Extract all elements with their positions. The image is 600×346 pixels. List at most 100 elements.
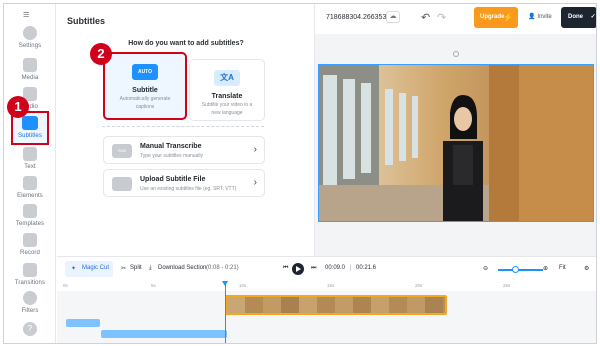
gear-icon: [23, 26, 37, 40]
zoom-out-icon[interactable]: ⊖: [483, 265, 488, 272]
ruler-tick: 10s: [239, 283, 247, 288]
time-separator: |: [350, 265, 352, 271]
help-button[interactable]: ?: [4, 322, 56, 336]
ruler-tick: 25s: [503, 283, 511, 288]
text-icon: [23, 147, 37, 161]
subtitles-panel: Subtitles How do you want to add subtitl…: [57, 4, 315, 256]
sidebar-item-label: Templates: [15, 221, 45, 227]
card-title: Subtitle: [132, 87, 158, 94]
left-sidebar: ≡ Settings Media Audio Subtitles Text El…: [4, 4, 56, 343]
add-user-icon: 👤: [528, 14, 536, 20]
transitions-icon: [23, 263, 37, 277]
sidebar-item-label: Media: [21, 75, 39, 81]
help-icon: ?: [23, 322, 37, 336]
chevron-right-icon: ›: [253, 177, 257, 188]
lightning-icon: ⚡: [503, 13, 513, 22]
sidebar-item-label: Text: [24, 164, 36, 170]
templates-icon: [23, 204, 37, 218]
sidebar-item-templates[interactable]: Templates: [4, 204, 56, 227]
ruler-tick: 20s: [415, 283, 423, 288]
timeline-ruler: 0s 5s 10s 15s 20s 25s: [57, 281, 596, 291]
translate-card[interactable]: 文A Translate Subtitle your video in a ne…: [189, 59, 265, 121]
auto-subtitle-card[interactable]: AUTO Subtitle Automatically generate cap…: [103, 52, 187, 120]
auto-icon: AUTO: [132, 64, 158, 80]
translate-icon: 文A: [214, 70, 240, 86]
upgrade-label: Upgrade: [480, 14, 505, 20]
fit-button[interactable]: Fit: [559, 265, 566, 271]
sidebar-item-record[interactable]: Record: [4, 233, 56, 256]
filters-icon: [23, 291, 37, 305]
card-subtitle: Automatically generate: [119, 96, 171, 102]
top-toolbar: 718688304.266353 ☁ ↶ ↷ Upgrade ⚡ 👤 Invit…: [315, 4, 596, 34]
undo-icon[interactable]: ↶: [421, 11, 430, 24]
upload-subtitle-file-option[interactable]: Upload Subtitle File Use an existing sub…: [103, 169, 265, 197]
download-section-button[interactable]: Download Section: [158, 265, 206, 271]
sidebar-item-label: Transitions: [14, 280, 46, 286]
play-button[interactable]: [292, 263, 304, 275]
option-subtitle: Type your subtitles manually: [140, 153, 204, 159]
invite-label: Invite: [537, 14, 552, 20]
zoom-slider-handle[interactable]: [512, 266, 519, 273]
sidebar-item-label: Subtitles: [18, 133, 42, 139]
redo-icon[interactable]: ↷: [437, 11, 446, 24]
total-time: 00:21.6: [356, 265, 377, 271]
plus-icon: [23, 58, 37, 72]
cloud-save-icon[interactable]: ☁: [386, 11, 400, 23]
done-label: Done: [568, 14, 583, 20]
timeline-toolbar: ✦ Magic Cut ✂ Split ⤓ Download Section (…: [57, 256, 596, 280]
step-callout-1: 1: [7, 96, 29, 118]
sidebar-item-elements[interactable]: Elements: [4, 176, 56, 199]
manual-transcribe-option[interactable]: SUB Manual Transcribe Type your subtitle…: [103, 136, 265, 164]
rotate-handle-icon[interactable]: [453, 51, 459, 57]
project-name[interactable]: 718688304.266353: [326, 14, 386, 21]
sidebar-item-label: Filters: [21, 308, 39, 314]
card-title: Translate: [211, 93, 243, 100]
card-subtitle: Subtitle your video in a: [201, 102, 253, 108]
hamburger-menu-icon[interactable]: ≡: [23, 9, 29, 21]
divider: [102, 126, 264, 127]
option-subtitle: Use an existing subtitles file (eg. SRT,…: [140, 186, 237, 192]
zoom-in-icon[interactable]: ⊕: [543, 265, 548, 272]
card-subtitle: new language: [211, 110, 243, 116]
checkmark-icon: ✓: [590, 14, 596, 20]
sidebar-item-settings[interactable]: Settings: [4, 26, 56, 49]
upload-file-icon: [112, 177, 132, 191]
elements-icon: [23, 176, 37, 190]
current-time: 00:09.0: [325, 265, 346, 271]
chevron-right-icon: ›: [253, 144, 257, 155]
sidebar-item-text[interactable]: Text: [4, 147, 56, 170]
skip-back-icon[interactable]: ⏮: [283, 265, 288, 272]
subtitle-chip[interactable]: [66, 319, 100, 327]
playhead[interactable]: [222, 281, 228, 343]
invite-button[interactable]: 👤 Invite: [522, 7, 558, 28]
sub-icon: SUB: [112, 144, 132, 158]
magic-cut-label: Magic Cut: [82, 265, 110, 271]
magic-cut-icon: ✦: [71, 266, 77, 272]
skip-forward-icon[interactable]: ⏭: [311, 265, 316, 272]
card-subtitle: captions: [135, 104, 155, 110]
sidebar-item-label: Elements: [17, 193, 43, 199]
subtitles-icon: [22, 116, 38, 130]
timeline-settings-icon[interactable]: ⚙: [584, 265, 589, 272]
done-button[interactable]: Done ✓: [561, 7, 596, 28]
download-icon: ⤓: [149, 265, 152, 271]
step-callout-2: 2: [90, 43, 112, 65]
app-window: ≡ Settings Media Audio Subtitles Text El…: [3, 3, 597, 344]
subtitle-chip[interactable]: [101, 330, 227, 338]
upgrade-button[interactable]: Upgrade ⚡: [474, 7, 518, 28]
sidebar-item-media[interactable]: Media: [4, 58, 56, 81]
sidebar-item-transitions[interactable]: Transitions: [4, 263, 56, 286]
ruler-tick: 0s: [63, 283, 68, 288]
sidebar-item-filters[interactable]: Filters: [4, 291, 56, 314]
zoom-slider[interactable]: [498, 269, 543, 271]
video-preview[interactable]: [318, 64, 594, 222]
record-icon: [23, 233, 37, 247]
sidebar-item-label: Settings: [18, 43, 42, 49]
option-title: Manual Transcribe: [140, 143, 202, 150]
panel-title: Subtitles: [67, 16, 106, 26]
ruler-tick: 5s: [151, 283, 156, 288]
download-range: (0:08 - 0:21): [206, 265, 239, 271]
video-clip[interactable]: [225, 295, 447, 315]
split-button[interactable]: Split: [130, 265, 142, 271]
sidebar-item-label: Record: [20, 250, 40, 256]
